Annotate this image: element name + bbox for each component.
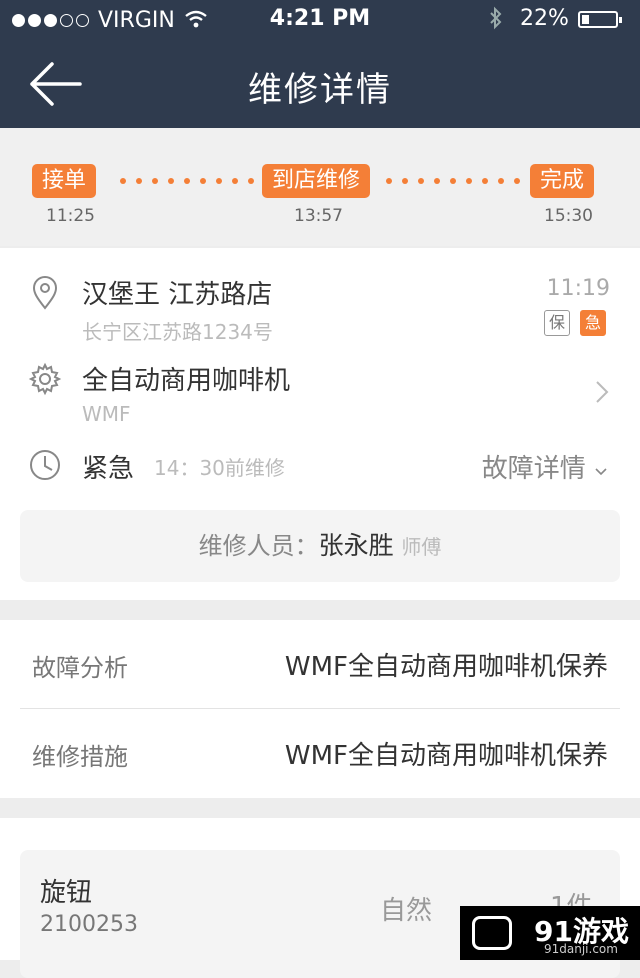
staff-label: 维修人员： — [198, 532, 319, 560]
watermark: 91游戏 91danji.com — [460, 906, 640, 960]
stage-onsite-repair: 到店维修 — [262, 164, 371, 198]
app-header: VIRGIN 4:21 PM 22% 维修详情 — [0, 0, 640, 128]
battery-icon — [578, 11, 622, 28]
stage-completed: 完成 — [530, 164, 595, 198]
part-mode: 自然 — [380, 896, 433, 926]
page-title: 维修详情 — [248, 70, 392, 110]
repair-deadline: 14：30前维修 — [154, 456, 285, 480]
timeline-connector — [386, 178, 520, 184]
analysis-card: 故障分析 WMF全自动商用咖啡机保养 维修措施 WMF全自动商用咖啡机保养 — [0, 620, 640, 798]
bluetooth-icon — [488, 6, 504, 36]
repair-measure-label: 维修措施 — [32, 743, 128, 771]
part-name: 旋钮 — [40, 878, 93, 908]
clock-icon — [30, 450, 60, 480]
location-pin-icon — [32, 276, 58, 310]
chevron-down-icon — [595, 468, 607, 476]
urgent-badge: 急 — [580, 310, 606, 336]
store-name: 汉堡王 江苏路店 — [82, 280, 273, 310]
equipment-brand: WMF — [82, 402, 131, 426]
staff-name: 张永胜 — [318, 531, 394, 560]
watermark-logo-icon — [472, 916, 512, 950]
status-bar: VIRGIN 4:21 PM 22% — [0, 0, 640, 40]
fault-detail-link[interactable]: 故障详情 — [482, 448, 608, 485]
progress-timeline: 接单 11:25 到店维修 13:57 完成 15:30 — [0, 128, 640, 246]
chevron-right-icon[interactable] — [594, 380, 610, 404]
timeline-connector — [120, 178, 254, 184]
gear-icon — [28, 362, 62, 396]
store-address: 长宁区江苏路1234号 — [82, 320, 273, 344]
fault-analysis-label: 故障分析 — [32, 654, 128, 682]
warranty-badge: 保 — [544, 310, 570, 336]
battery-percent: 22% — [520, 6, 569, 31]
stage-onsite-repair-time: 13:57 — [294, 206, 343, 226]
fault-detail-label: 故障详情 — [481, 454, 586, 484]
repair-staff-box: 维修人员：张永胜 师傅 — [20, 510, 620, 582]
repair-measure-row: 维修措施 WMF全自动商用咖啡机保养 — [0, 709, 640, 797]
fault-analysis-row: 故障分析 WMF全自动商用咖啡机保养 — [0, 620, 640, 709]
stage-accepted: 接单 — [32, 164, 97, 198]
order-time: 11:19 — [546, 276, 610, 301]
stage-accepted-time: 11:25 — [46, 206, 95, 226]
repair-measure-value: WMF全自动商用咖啡机保养 — [284, 741, 608, 771]
equipment-name: 全自动商用咖啡机 — [82, 366, 291, 396]
staff-role: 师傅 — [401, 535, 442, 559]
part-code: 2100253 — [40, 912, 138, 937]
urgency-level: 紧急 — [82, 454, 135, 484]
watermark-url: 91danji.com — [544, 942, 618, 956]
fault-analysis-value: WMF全自动商用咖啡机保养 — [284, 652, 608, 682]
stage-completed-time: 15:30 — [544, 206, 593, 226]
order-info-card: 汉堡王 江苏路店 长宁区江苏路1234号 11:19 保 急 全自动商用咖啡机 … — [0, 248, 640, 600]
